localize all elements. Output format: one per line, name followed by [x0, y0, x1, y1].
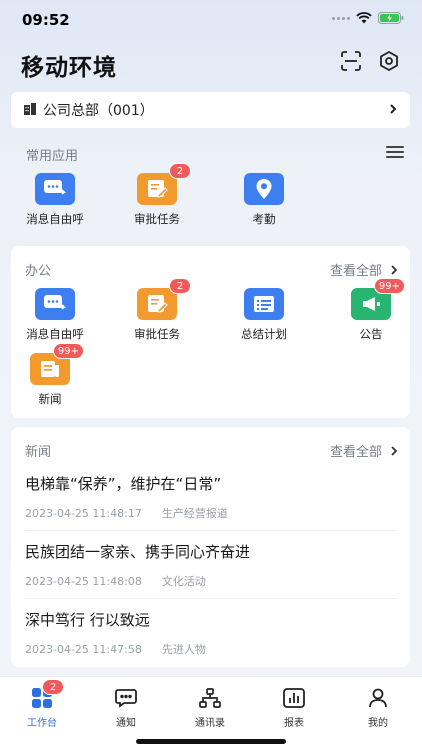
tab-contacts[interactable]: 通讯录 — [180, 687, 240, 729]
news-item-time: 2023-04-25 11:48:17 — [25, 507, 142, 520]
chevron-right-icon — [391, 445, 398, 456]
settings-button[interactable] — [376, 50, 402, 76]
status-bar: 09:52 — [0, 0, 422, 40]
app-label: 考勤 — [252, 212, 276, 226]
tab-notifications[interactable]: 通知 — [96, 687, 156, 729]
list-document-icon — [244, 288, 284, 320]
news-item[interactable]: 电梯靠“保养”，维护在“日常” 2023-04-25 11:48:17 生产经营报… — [25, 463, 397, 531]
header: 移动环境 — [0, 44, 422, 84]
tab-label: 通讯录 — [195, 718, 225, 729]
settings-hexagon-icon — [378, 50, 400, 76]
megaphone-icon: 99+ — [351, 278, 405, 320]
app-label: 消息自由呼 — [26, 212, 84, 226]
favorites-title: 常用应用 — [26, 149, 79, 164]
app-label: 审批任务 — [134, 212, 180, 226]
tab-profile[interactable]: 我的 — [348, 687, 408, 729]
news-item[interactable]: 民族团结一家亲、携手同心齐奋进 2023-04-25 11:48:08 文化活动 — [25, 531, 397, 599]
news-item-title: 电梯靠“保养”，维护在“日常” — [25, 475, 222, 493]
org-chart-icon — [180, 687, 240, 709]
app-label: 审批任务 — [134, 327, 180, 341]
news-item-meta: 2023-04-25 11:48:08 文化活动 — [25, 573, 206, 589]
battery-charging-icon — [378, 12, 404, 24]
news-item-title: 民族团结一家亲、携手同心齐奋进 — [25, 543, 251, 561]
scan-button[interactable] — [338, 50, 364, 76]
office-app-approval[interactable]: 2 审批任务 — [120, 278, 194, 342]
view-all-label: 查看全部 — [329, 264, 382, 279]
news-item-category: 先进人物 — [161, 643, 206, 656]
tab-label: 通知 — [116, 718, 136, 729]
notification-badge: 2 — [169, 163, 191, 179]
office-header: 办公 查看全部 — [25, 260, 398, 280]
user-icon — [348, 687, 408, 709]
app-message-call[interactable]: 消息自由呼 — [18, 173, 92, 227]
notification-badge: 99+ — [52, 343, 84, 359]
app-label: 公告 — [359, 327, 383, 341]
news-item[interactable]: 深中笃行 行以致远 2023-04-25 11:47:58 先进人物 — [25, 599, 397, 667]
news-item-category: 文化活动 — [161, 575, 206, 588]
news-item-time: 2023-04-25 11:48:08 — [25, 575, 142, 588]
news-item-category: 生产经营报道 — [161, 507, 228, 520]
favorites-header: 常用应用 — [26, 145, 404, 165]
notification-badge: 2 — [169, 278, 191, 294]
app-approval[interactable]: 2 审批任务 — [120, 163, 194, 227]
status-time: 09:52 — [22, 11, 70, 29]
app-label: 总结计划 — [241, 327, 287, 341]
approval-icon: 2 — [137, 278, 191, 320]
tab-label: 工作台 — [27, 718, 57, 729]
news-item-time: 2023-04-25 11:47:58 — [25, 643, 142, 656]
news-icon: 99+ — [30, 343, 84, 385]
status-icons — [332, 12, 404, 24]
news-title: 新闻 — [25, 445, 52, 460]
office-app-news[interactable]: 99+ 新闻 — [13, 343, 87, 407]
news-item-title: 深中笃行 行以致远 — [25, 611, 150, 629]
news-item-meta: 2023-04-25 11:48:17 生产经营报道 — [25, 505, 228, 521]
tab-label: 我的 — [368, 718, 388, 729]
signal-icon — [332, 16, 350, 20]
office-app-message-call[interactable]: 消息自由呼 — [18, 288, 92, 342]
company-selector[interactable]: 公司总部（001） — [11, 92, 410, 128]
home-indicator — [136, 739, 286, 744]
news-item-meta: 2023-04-25 11:47:58 先进人物 — [25, 641, 206, 657]
tab-reports[interactable]: 报表 — [264, 687, 324, 729]
chat-bubble-icon — [96, 687, 156, 709]
view-all-label: 查看全部 — [329, 445, 382, 460]
bar-chart-icon — [264, 687, 324, 709]
company-label: 公司总部（001） — [43, 103, 154, 119]
office-app-summary-plan[interactable]: 总结计划 — [227, 288, 301, 342]
location-pin-icon — [244, 173, 284, 205]
office-view-all[interactable]: 查看全部 — [330, 260, 398, 279]
approval-icon: 2 — [137, 163, 191, 205]
app-label: 新闻 — [38, 392, 62, 406]
tab-workbench[interactable]: 2 工作台 — [12, 679, 72, 729]
wifi-icon — [356, 12, 372, 24]
scan-icon — [340, 50, 362, 76]
page-title: 移动环境 — [21, 55, 117, 81]
office-title: 办公 — [25, 264, 52, 279]
chevron-right-icon — [391, 264, 398, 275]
app-label: 消息自由呼 — [26, 327, 84, 341]
message-call-icon — [35, 173, 75, 205]
grid-icon: 2 — [12, 679, 72, 709]
menu-icon[interactable] — [386, 146, 404, 160]
office-app-announcement[interactable]: 99+ 公告 — [334, 278, 408, 342]
building-icon — [23, 101, 37, 120]
news-card: 新闻 查看全部 电梯靠“保养”，维护在“日常” 2023-04-25 11:48… — [11, 427, 410, 667]
message-call-icon — [35, 288, 75, 320]
news-view-all[interactable]: 查看全部 — [330, 441, 398, 460]
notification-badge: 99+ — [373, 278, 405, 294]
notification-badge: 2 — [42, 679, 64, 695]
chevron-right-icon — [388, 101, 398, 121]
tab-label: 报表 — [284, 718, 304, 729]
app-attendance[interactable]: 考勤 — [227, 173, 301, 227]
news-header: 新闻 查看全部 — [25, 441, 398, 461]
